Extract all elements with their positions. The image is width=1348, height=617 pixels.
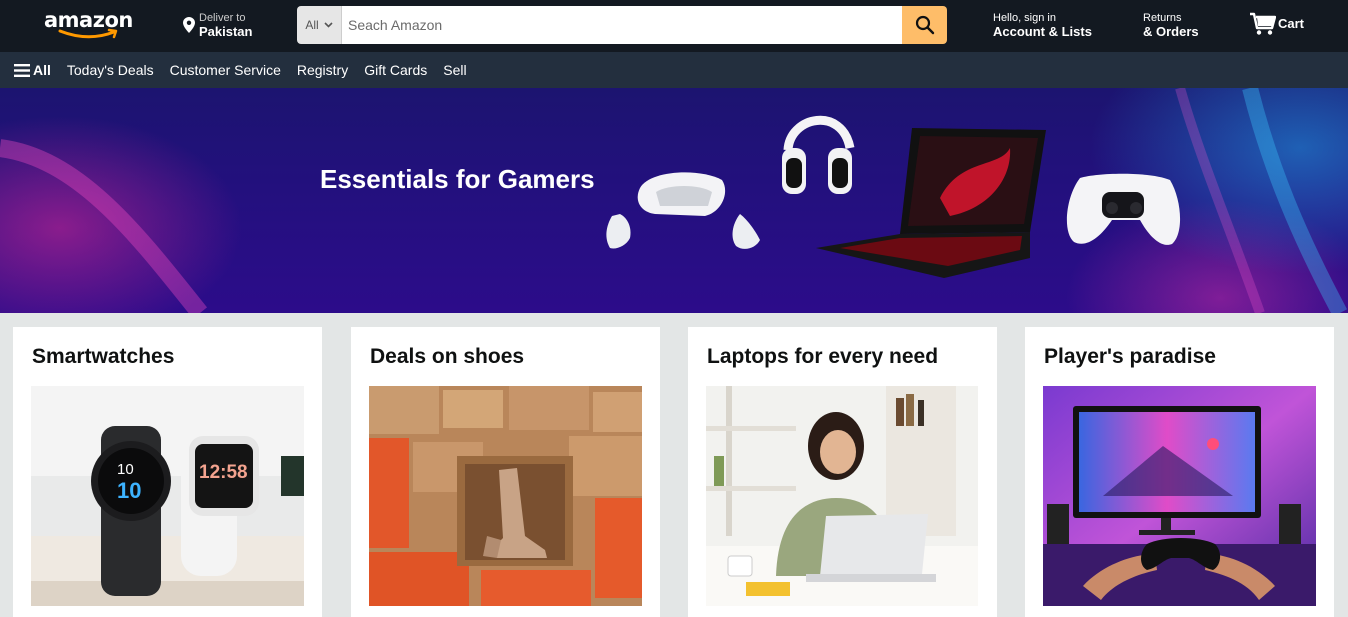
hero-title: Essentials for Gamers (320, 164, 595, 194)
watch-time-right: 12:58 (199, 462, 248, 483)
nav-todays-deals[interactable]: Today's Deals (67, 62, 154, 78)
woman-with-laptop-illustration (706, 386, 978, 606)
card-title: Laptops for every need (707, 345, 939, 368)
account-label: Account & Lists (993, 24, 1092, 39)
returns-and-orders[interactable]: Returns & Orders (1143, 12, 1199, 39)
smartwatches-image[interactable]: 10 10 12:58 (31, 386, 304, 606)
game-controller-icon (1066, 173, 1181, 245)
search-button[interactable] (902, 6, 947, 44)
category-card-gaming[interactable]: Player's paradise (1025, 327, 1334, 617)
laptops-image[interactable] (706, 386, 979, 606)
logo-smile-icon (58, 28, 118, 39)
orders-label: & Orders (1143, 24, 1199, 39)
search-bar: All (297, 6, 947, 44)
vr-headset-icon (606, 172, 760, 249)
card-title: Player's paradise (1044, 345, 1216, 368)
hero-artwork (0, 88, 1348, 313)
cart-label: Cart (1278, 15, 1305, 31)
nav-sell[interactable]: Sell (443, 62, 466, 78)
hero-banner[interactable]: Essentials for Gamers (0, 88, 1348, 313)
cart-icon (1250, 12, 1276, 35)
deliver-country: Pakistan (199, 24, 253, 39)
category-card-smartwatches[interactable]: Smartwatches 10 10 12:58 (13, 327, 322, 617)
card-title: Smartwatches (32, 345, 175, 368)
search-category-select[interactable]: All (297, 6, 342, 44)
location-pin-icon (183, 17, 195, 33)
category-card-laptops[interactable]: Laptops for every need (688, 327, 997, 617)
shoe-boxes-illustration (369, 386, 642, 606)
search-category-label: All (305, 18, 319, 32)
all-menu-button[interactable]: All (14, 62, 51, 78)
search-icon (915, 15, 934, 35)
secondary-navbar: All Today's Deals Customer Service Regis… (0, 52, 1348, 88)
gaming-setup-illustration (1043, 386, 1316, 606)
headphones-icon (782, 116, 855, 194)
watch-time-bottom: 10 (117, 478, 141, 503)
gaming-image[interactable] (1043, 386, 1316, 606)
account-greeting: Hello, sign in (993, 12, 1056, 24)
watch-time-top: 10 (117, 461, 134, 478)
laptop-icon (816, 128, 1046, 278)
nav-customer-service[interactable]: Customer Service (170, 62, 281, 78)
nav-gift-cards[interactable]: Gift Cards (364, 62, 427, 78)
card-title: Deals on shoes (370, 345, 525, 368)
cart-button[interactable]: Cart (1249, 12, 1304, 36)
smartwatches-illustration: 10 10 12:58 (31, 386, 304, 606)
hamburger-menu-icon (14, 63, 30, 77)
shoes-image[interactable] (369, 386, 642, 606)
returns-label: Returns (1143, 12, 1182, 24)
deliver-label: Deliver to (199, 12, 246, 24)
search-input[interactable] (342, 6, 902, 44)
top-navbar: amazon Deliver to Pakistan All He (0, 0, 1348, 52)
account-and-lists[interactable]: Hello, sign in Account & Lists (993, 12, 1092, 39)
category-card-shoes[interactable]: Deals on shoes (351, 327, 660, 617)
nav-registry[interactable]: Registry (297, 62, 348, 78)
amazon-logo[interactable]: amazon (44, 8, 133, 42)
all-menu-label: All (33, 62, 51, 78)
chevron-down-icon (324, 22, 333, 28)
